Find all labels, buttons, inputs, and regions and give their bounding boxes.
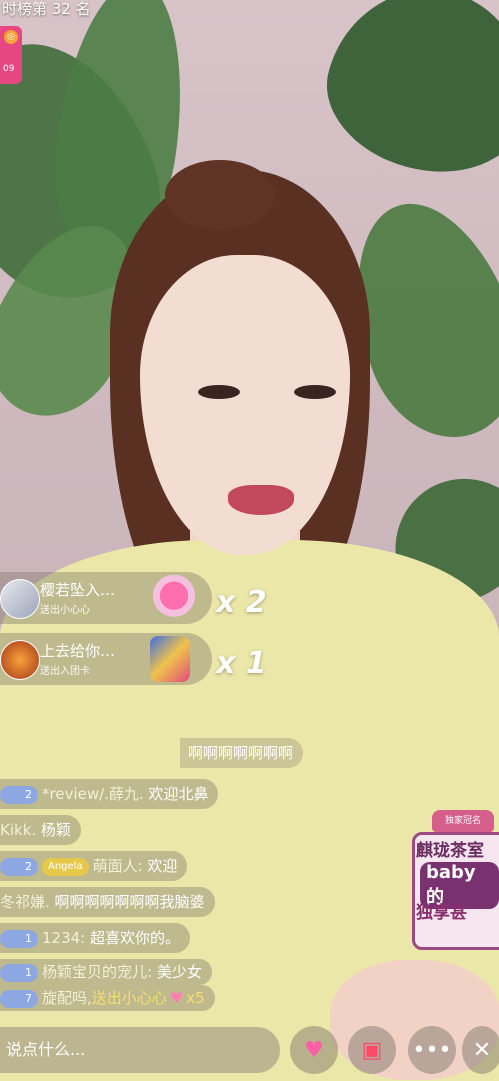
more-icon[interactable]: ••• xyxy=(408,1026,456,1074)
small-heart-icon: ♥ xyxy=(169,989,184,1007)
chat-message[interactable]: 1 1234: 超喜欢你的。 xyxy=(0,923,191,953)
chat-username[interactable]: 1234: xyxy=(42,929,85,947)
streamer-eye xyxy=(198,385,240,399)
streamer-hair-bun xyxy=(165,160,275,230)
chat-username[interactable]: 萌面人: xyxy=(93,857,143,875)
gift-banner: 樱若坠入… 送出小心心 xyxy=(0,572,212,624)
chat-content: 欢迎 xyxy=(142,857,178,875)
comment-input[interactable]: 说点什么... xyxy=(0,1027,280,1073)
floating-comment: 啊啊啊啊啊啊啊 xyxy=(180,738,304,768)
chat-username[interactable]: 旋配吗, xyxy=(42,989,92,1007)
chat-content: 超喜欢你的。 xyxy=(85,929,181,947)
chat-message[interactable]: 冬祁嫌. 啊啊啊啊啊啊啊我脑婆 xyxy=(0,887,215,917)
gift-icon[interactable]: ▣ xyxy=(348,1026,396,1074)
level-coin-icon: ◎ xyxy=(4,30,18,44)
chat-username[interactable]: Kikk. xyxy=(0,821,36,839)
floating-comment-text: 啊啊啊啊啊啊啊 xyxy=(188,744,294,762)
chat-gift-text: 送出小心心 xyxy=(91,989,167,1007)
sponsor-promo-card[interactable]: 独家冠名 麒珑茶室 baby的 独享甚 xyxy=(404,810,499,950)
streamer-level-badge[interactable]: ◎ 09 xyxy=(0,26,22,84)
chat-username[interactable]: 冬祁嫌. xyxy=(0,893,50,911)
chat-message[interactable]: 1 杨颖宝贝的宠儿: 美少女 xyxy=(0,959,212,985)
gift-sender-name: 上去给你… xyxy=(40,642,116,660)
fan-club-tag: Angela xyxy=(42,857,89,876)
hourly-rank-label[interactable]: 时榜第 32 名 xyxy=(0,0,91,18)
user-level-badge: 1 xyxy=(0,929,38,948)
gift-description: 送出小心心 xyxy=(40,605,90,616)
sponsor-crown-label: 独家冠名 xyxy=(432,810,494,832)
user-level-badge: 2 xyxy=(0,785,38,804)
user-level-badge: 1 xyxy=(0,963,38,982)
heart-icon[interactable]: ♥ xyxy=(290,1026,338,1074)
chat-message[interactable]: 7 旋配吗,送出小心心 ♥ x5 xyxy=(0,985,215,1011)
chat-username[interactable]: *review/.薛九. xyxy=(42,785,148,803)
chat-username[interactable]: 杨颖宝贝的宠儿: xyxy=(42,963,152,981)
sponsor-title: 麒珑茶室 xyxy=(416,841,484,861)
streamer-mouth xyxy=(228,485,294,515)
chat-content: 欢迎北鼻 xyxy=(148,785,209,803)
streamer-eye xyxy=(294,385,336,399)
sponsor-tagline: 独享甚 xyxy=(416,903,467,923)
chat-message[interactable]: 2 Angela 萌面人: 欢迎 xyxy=(0,851,188,881)
gift-description: 送出入团卡 xyxy=(40,666,90,677)
chat-message[interactable]: 2 *review/.薛九. 欢迎北鼻 xyxy=(0,779,219,809)
fan-card-gift-icon xyxy=(150,636,190,682)
gift-sender-name: 樱若坠入… xyxy=(40,581,116,599)
chat-content: 美少女 xyxy=(152,963,202,981)
avatar[interactable] xyxy=(0,579,40,619)
gift-banner: 上去给你… 送出入团卡 xyxy=(0,633,212,685)
chat-content: 啊啊啊啊啊啊啊我脑婆 xyxy=(49,893,205,911)
heart-gift-icon xyxy=(150,575,198,621)
chat-message[interactable]: Kikk. 杨颖 xyxy=(0,815,81,845)
user-level-badge: 7 xyxy=(0,989,38,1008)
chat-content: 杨颖 xyxy=(36,821,71,839)
gift-count: x 2 xyxy=(216,585,267,620)
close-icon[interactable]: ✕ xyxy=(462,1026,499,1074)
avatar[interactable] xyxy=(0,640,40,680)
chat-gift-count: x5 xyxy=(186,989,205,1007)
gift-count: x 1 xyxy=(216,646,267,681)
user-level-badge: 2 xyxy=(0,857,38,876)
level-badge-number: 09 xyxy=(3,64,15,74)
